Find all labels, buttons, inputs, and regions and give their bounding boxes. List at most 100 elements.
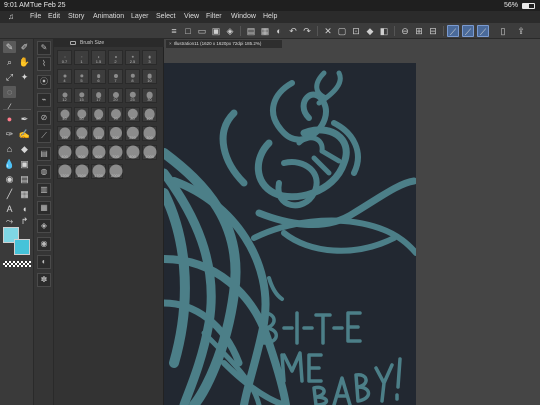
brush-size-option[interactable]: 1 (74, 50, 89, 65)
gradient-tool-icon[interactable]: ▤ (18, 173, 31, 185)
menu-layer[interactable]: Layer (131, 11, 149, 23)
marker-tool-icon[interactable]: ✍ (18, 128, 31, 140)
brush-size-option[interactable]: 100 (142, 107, 157, 122)
brush-size-option[interactable]: 25 (125, 88, 140, 103)
menu-help[interactable]: Help (263, 11, 277, 23)
eraser-pink-icon[interactable]: ● (3, 113, 16, 125)
brush-size-option[interactable]: 1200 (57, 164, 72, 179)
open-file-icon[interactable]: ▭ (196, 25, 208, 37)
save-icon[interactable]: ▣ (210, 25, 222, 37)
menu-file[interactable]: File (30, 11, 41, 23)
fill-icon[interactable]: ◆ (364, 25, 376, 37)
pencil-tool-icon[interactable]: ✐ (18, 41, 31, 53)
undo-icon[interactable]: ↶ (287, 25, 299, 37)
menu-story[interactable]: Story (68, 11, 84, 23)
artwork-canvas[interactable] (164, 63, 416, 405)
lasso-tool-icon[interactable]: ◌ (3, 86, 16, 98)
brush-size-option[interactable]: 3 (142, 50, 157, 65)
brush-size-option[interactable]: 0.7 (57, 50, 72, 65)
eyedropper-tool-icon[interactable]: ⁄ (3, 101, 16, 113)
subtool-grain-icon[interactable]: ▦ (37, 201, 51, 215)
export-icon[interactable]: ◈ (224, 25, 236, 37)
balloon-tool-icon[interactable]: ◖ (18, 203, 31, 215)
brush-size-option[interactable]: 10 (142, 69, 157, 84)
grid-icon[interactable]: ⊞ (413, 25, 425, 37)
subtool-watercolor-icon[interactable]: ◉ (37, 237, 51, 251)
brush-size-option[interactable]: 1700 (91, 164, 106, 179)
brush-size-option[interactable]: 7 (108, 69, 123, 84)
brush-size-option[interactable]: 500 (74, 145, 89, 160)
menu-window[interactable]: Window (231, 11, 256, 23)
share-icon[interactable]: ⇪ (515, 25, 527, 37)
stabilizer-2-icon[interactable]: ⟋ (462, 25, 474, 37)
subtool-texture-icon[interactable]: ◈ (37, 219, 51, 233)
blend-tool-icon[interactable]: 💧 (3, 158, 16, 170)
brush-size-option[interactable]: 300 (142, 126, 157, 141)
brush-size-option[interactable]: 170 (91, 126, 106, 141)
brush-size-option[interactable]: 150 (74, 126, 89, 141)
subtool-square-icon[interactable]: ▥ (37, 183, 51, 197)
document-tab[interactable]: × Illustration11 (1620 x 1620px 72dpi 185… (166, 40, 282, 48)
operation-tool-icon[interactable]: ⤢ (3, 71, 16, 83)
subtool-smear-icon[interactable]: ◐ (37, 255, 51, 269)
brush-size-option[interactable]: 15 (74, 88, 89, 103)
fit-icon[interactable]: ▦ (259, 25, 271, 37)
line-edit-tool-icon[interactable]: ⤳ (3, 215, 16, 227)
fill-tool-icon[interactable]: ◉ (3, 173, 16, 185)
menu-lines-icon[interactable]: ≡ (168, 25, 180, 37)
brush-size-option[interactable]: 8 (125, 69, 140, 84)
brush-size-option[interactable]: 5 (74, 69, 89, 84)
app-logo-icon[interactable]: ♫ (8, 13, 18, 21)
correct-line-tool-icon[interactable]: ↱ (18, 215, 31, 227)
crop-icon[interactable]: ⊡ (350, 25, 362, 37)
brush-size-option[interactable]: 60 (91, 107, 106, 122)
stabilizer-1-icon[interactable]: ⟋ (447, 25, 459, 37)
brush-size-option[interactable]: 700 (108, 145, 123, 160)
subtool-flat-icon[interactable]: ▤ (37, 147, 51, 161)
menu-edit[interactable]: Edit (48, 11, 60, 23)
stabilizer-3-icon[interactable]: ⟋ (477, 25, 489, 37)
brush-size-option[interactable]: 80 (125, 107, 140, 122)
deselect-icon[interactable]: ⊖ (399, 25, 411, 37)
brush-size-option[interactable]: 1500 (74, 164, 89, 179)
palette-toggle-icon[interactable] (70, 41, 76, 45)
brush-size-option[interactable]: 50 (74, 107, 89, 122)
brush-size-option[interactable]: 12 (57, 88, 72, 103)
frame-tool-icon[interactable]: ▣ (18, 158, 31, 170)
text-tool-icon[interactable]: A (3, 203, 16, 215)
transform-icon[interactable]: ◐ (273, 25, 285, 37)
subtool-brush-icon[interactable]: ⌇ (37, 57, 51, 71)
subtool-pattern-icon[interactable]: ⌁ (37, 93, 51, 107)
brush-size-option[interactable]: 120 (57, 126, 72, 141)
new-file-icon[interactable]: □ (182, 25, 194, 37)
brush-size-option[interactable]: 250 (125, 126, 140, 141)
device-icon[interactable]: ▯ (497, 25, 509, 37)
brush-tool-icon[interactable]: ✒ (18, 113, 31, 125)
transparent-color-swatch[interactable] (3, 261, 31, 267)
brush-size-option[interactable]: 20 (108, 88, 123, 103)
brush-size-option[interactable]: 6 (91, 69, 106, 84)
sparkle-tool-icon[interactable]: ✦ (18, 71, 31, 83)
ruler-tool-icon[interactable]: ▦ (18, 188, 31, 200)
hand-tool-icon[interactable]: ✋ (18, 56, 31, 68)
subtool-blot-icon[interactable]: ✽ (37, 273, 51, 287)
brush-size-option[interactable]: 800 (125, 145, 140, 160)
selection-icon[interactable]: ▢ (336, 25, 348, 37)
menu-view[interactable]: View (184, 11, 199, 23)
airbrush-tool-icon[interactable]: ✑ (3, 128, 16, 140)
brush-size-option[interactable]: 400 (57, 145, 72, 160)
figure-tool-icon[interactable]: ╱ (3, 188, 16, 200)
decoration-tool-icon[interactable]: ⌂ (3, 143, 16, 155)
brush-size-option[interactable]: 70 (108, 107, 123, 122)
zoom-tool-icon[interactable]: ⌕ (3, 56, 16, 68)
ruler-icon[interactable]: ⊟ (427, 25, 439, 37)
sub-color-swatch[interactable] (14, 239, 30, 255)
invert-icon[interactable]: ◧ (378, 25, 390, 37)
subtool-circle-icon[interactable]: ⊘ (37, 111, 51, 125)
eraser-tool-icon[interactable]: ◆ (18, 143, 31, 155)
brush-size-option[interactable]: 2 (108, 50, 123, 65)
redo-icon[interactable]: ↷ (301, 25, 313, 37)
layer-settings-icon[interactable]: ▤ (245, 25, 257, 37)
subtool-round-icon[interactable]: ◍ (37, 165, 51, 179)
subtool-stroke-icon[interactable]: ⟋ (37, 129, 51, 143)
